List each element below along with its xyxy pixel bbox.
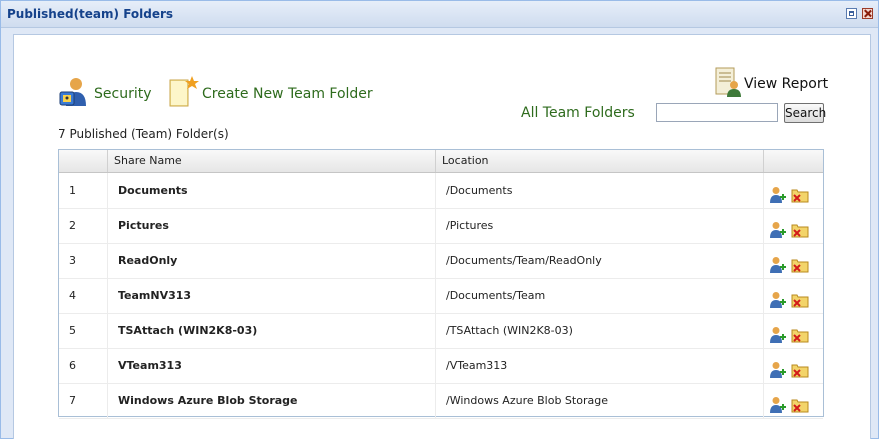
share-name-cell[interactable]: Pictures xyxy=(108,208,436,243)
row-actions xyxy=(764,208,823,243)
share-name-cell[interactable]: TSAttach (WIN2K8-03) xyxy=(108,313,436,348)
all-team-folders-label: All Team Folders xyxy=(521,105,635,121)
row-number: 2 xyxy=(59,208,108,243)
window-titlebar: Published(team) Folders xyxy=(1,1,878,28)
column-header-location[interactable]: Location xyxy=(436,150,764,172)
row-actions xyxy=(764,348,823,383)
row-actions xyxy=(764,278,823,313)
create-team-folder-button[interactable]: Create New Team Folder xyxy=(168,76,373,112)
window-title: Published(team) Folders xyxy=(7,7,174,21)
location-cell: /VTeam313 xyxy=(436,348,764,383)
table-row[interactable]: 7 Windows Azure Blob Storage/Windows Azur… xyxy=(59,383,823,419)
search-button[interactable]: Search xyxy=(784,103,826,123)
location-cell: /Documents/Team xyxy=(436,278,764,313)
security-button[interactable]: Security xyxy=(58,76,152,112)
maximize-icon[interactable] xyxy=(846,8,857,19)
row-number: 6 xyxy=(59,348,108,383)
new-folder-icon xyxy=(168,76,200,112)
row-number: 1 xyxy=(59,173,108,208)
row-number: 7 xyxy=(59,383,108,418)
security-label: Security xyxy=(94,86,152,102)
row-actions xyxy=(764,383,823,418)
view-report-label: View Report xyxy=(744,76,829,92)
row-number: 3 xyxy=(59,243,108,278)
row-actions xyxy=(764,243,823,278)
table-row[interactable]: 2 Pictures/Pictures xyxy=(59,208,823,244)
security-icon xyxy=(58,76,90,112)
create-team-folder-label: Create New Team Folder xyxy=(202,86,373,102)
location-cell: /Documents/Team/ReadOnly xyxy=(436,243,764,278)
folder-count: 7 Published (Team) Folder(s) xyxy=(58,127,229,141)
location-cell: /TSAttach (WIN2K8-03) xyxy=(436,313,764,348)
team-folders-grid: Share Name Location 1 Documents/Documents… xyxy=(58,149,824,419)
column-header-actions xyxy=(764,150,823,172)
search-input[interactable] xyxy=(656,103,778,122)
grid-header: Share Name Location xyxy=(59,150,823,173)
location-cell: /Documents xyxy=(436,173,764,208)
share-name-cell[interactable]: ReadOnly xyxy=(108,243,436,278)
column-header-number[interactable] xyxy=(59,150,108,172)
location-cell: /Windows Azure Blob Storage xyxy=(436,383,764,418)
table-row[interactable]: 6 VTeam313/VTeam313 xyxy=(59,348,823,384)
row-actions xyxy=(764,173,823,208)
delete-folder-icon[interactable] xyxy=(791,393,809,428)
view-report-button[interactable]: View Report xyxy=(712,66,828,102)
share-name-cell[interactable]: TeamNV313 xyxy=(108,278,436,313)
table-row[interactable]: 3 ReadOnly/Documents/Team/ReadOnly xyxy=(59,243,823,279)
table-row[interactable]: 1 Documents/Documents xyxy=(59,173,823,209)
close-icon[interactable] xyxy=(862,8,873,19)
add-user-icon[interactable] xyxy=(769,393,787,428)
report-icon xyxy=(712,66,744,102)
share-name-cell[interactable]: VTeam313 xyxy=(108,348,436,383)
table-row[interactable]: 5 TSAttach (WIN2K8-03)/TSAttach (WIN2K8-0… xyxy=(59,313,823,349)
table-row[interactable]: 4 TeamNV313/Documents/Team xyxy=(59,278,823,314)
share-name-cell[interactable]: Documents xyxy=(108,173,436,208)
location-cell: /Pictures xyxy=(436,208,764,243)
column-header-share-name[interactable]: Share Name xyxy=(108,150,436,172)
row-actions xyxy=(764,313,823,348)
row-number: 5 xyxy=(59,313,108,348)
row-number: 4 xyxy=(59,278,108,313)
share-name-cell[interactable]: Windows Azure Blob Storage xyxy=(108,383,436,418)
